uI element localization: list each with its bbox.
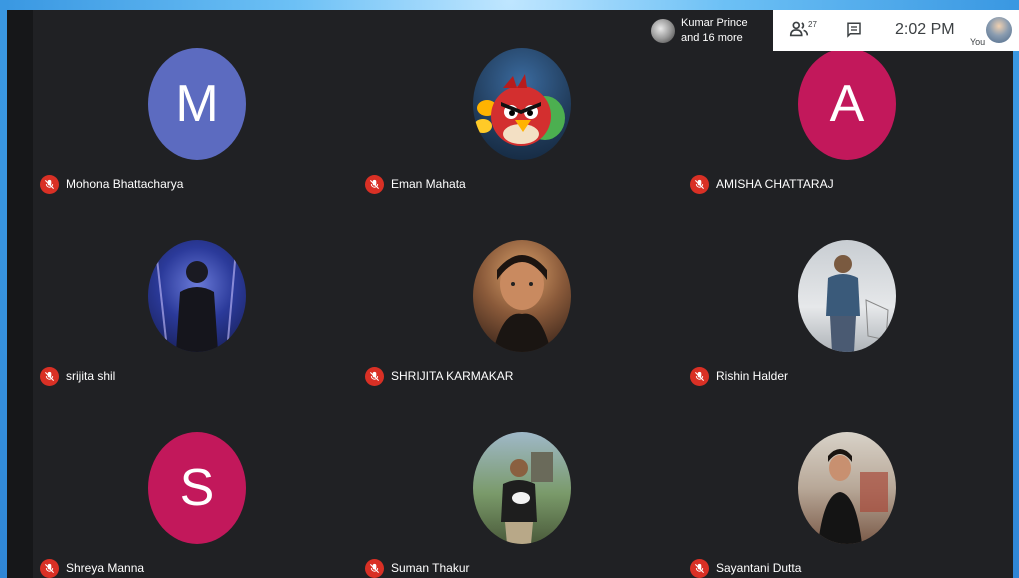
avatar-letter: A [829,75,865,133]
mic-off-icon [365,174,384,194]
person-photo-avatar [473,240,571,352]
presenter-avatar [651,18,675,43]
participant-tile[interactable]: srijita shil [34,202,360,392]
avatar: M [148,48,246,160]
participant-tile[interactable]: Eman Mahata [359,10,685,200]
meeting-controls: 27 2:02 PM You [773,10,1019,51]
mic-off-icon [690,558,709,578]
meeting-stage: M Mohona Bhattacharya Eman Mahata A AMIS… [7,10,1013,578]
participant-name: SHRIJITA KARMAKAR [391,369,514,383]
participant-name: Eman Mahata [391,177,466,191]
name-row: AMISHA CHATTARAJ [690,173,834,195]
presenter-text: Kumar Prince and 16 more [681,16,748,46]
chat-button[interactable] [845,21,863,39]
clock: 2:02 PM [895,21,955,38]
participants-count: 27 [808,20,817,29]
left-strip [7,10,33,578]
participant-name: AMISHA CHATTARAJ [716,177,834,191]
people-button[interactable] [788,18,824,42]
mic-off-icon [365,366,384,386]
people-icon [789,21,809,37]
participant-tile[interactable]: Sayantani Dutta [684,394,1010,578]
presenter-chip[interactable]: Kumar Prince and 16 more [645,10,773,51]
person-photo-avatar [798,432,896,544]
name-row: Suman Thakur [365,557,470,578]
mic-off-icon [690,366,709,386]
participant-tile[interactable]: SHRIJITA KARMAKAR [359,202,685,392]
mic-off-icon [40,558,59,578]
name-row: Eman Mahata [365,173,466,195]
person-photo-avatar [798,240,896,352]
participant-name: Mohona Bhattacharya [66,177,184,191]
person-photo-avatar [148,240,246,352]
avatar-letter: S [179,459,215,517]
mic-off-icon [690,174,709,194]
avatar: S [148,432,246,544]
participant-tile[interactable]: Rishin Halder [684,202,1010,392]
name-row: Sayantani Dutta [690,557,801,578]
presenter-name: Kumar Prince [681,16,748,29]
name-row: Rishin Halder [690,365,788,387]
name-row: Mohona Bhattacharya [40,173,183,195]
mic-off-icon [40,174,59,194]
participant-name: Sayantani Dutta [716,561,802,575]
participant-name: Rishin Halder [716,369,789,383]
avatar: A [798,48,896,160]
presenter-more: and 16 more [681,31,743,44]
you-label: You [970,37,986,47]
name-row: srijita shil [40,365,115,387]
participant-tile[interactable]: M Mohona Bhattacharya [34,10,360,200]
participant-name: Suman Thakur [391,561,470,575]
person-photo-avatar [473,432,571,544]
top-bar: Kumar Prince and 16 more 27 2:02 PM You [645,10,1019,51]
participant-name: srijita shil [66,369,116,383]
mic-off-icon [40,366,59,386]
avatar-letter: M [175,75,219,133]
mic-off-icon [365,558,384,578]
chat-icon [847,22,861,38]
self-avatar[interactable] [986,17,1012,43]
name-row: Shreya Manna [40,557,144,578]
participant-tile[interactable]: S Shreya Manna [34,394,360,578]
participant-tile[interactable]: Suman Thakur [359,394,685,578]
angry-bird-avatar [473,48,571,160]
name-row: SHRIJITA KARMAKAR [365,365,513,387]
participant-name: Shreya Manna [66,561,145,575]
